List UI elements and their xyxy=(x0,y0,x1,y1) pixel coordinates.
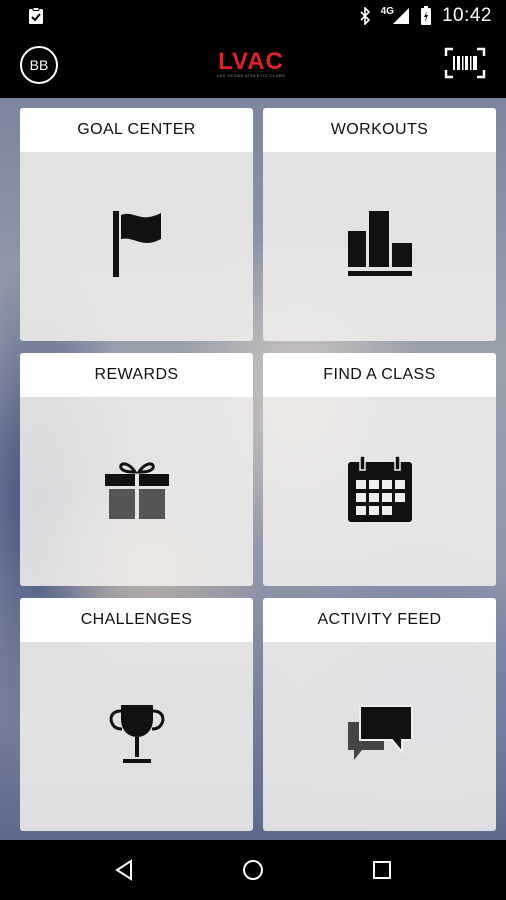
back-triangle-icon[interactable] xyxy=(99,845,149,895)
calendar-icon xyxy=(347,455,412,527)
tile-label: FIND A CLASS xyxy=(263,353,496,397)
tile-challenges[interactable]: CHALLENGES xyxy=(20,598,253,831)
network-type-label: 4G xyxy=(380,5,394,17)
system-nav-bar xyxy=(0,840,506,900)
signal-icon: 4G xyxy=(380,5,410,25)
tile-find-a-class[interactable]: FIND A CLASS xyxy=(263,353,496,586)
battery-icon xyxy=(420,6,432,26)
status-bar: 4G 10:42 xyxy=(0,0,506,32)
clipboard-check-icon xyxy=(28,7,44,25)
app-header: BB LVAC LAS VEGAS ATHLETIC CLUBS xyxy=(0,32,506,98)
tile-rewards[interactable]: REWARDS xyxy=(20,353,253,586)
trophy-icon xyxy=(105,703,169,770)
tile-label: WORKOUTS xyxy=(263,108,496,152)
tile-workouts[interactable]: WORKOUTS xyxy=(263,108,496,341)
logo-subtext: LAS VEGAS ATHLETIC CLUBS xyxy=(216,73,286,78)
tile-label: REWARDS xyxy=(20,353,253,397)
tile-label: CHALLENGES xyxy=(20,598,253,642)
flag-icon xyxy=(111,211,163,282)
dashboard-grid: GOAL CENTER WORKOUTS REWARDS FIND A CLAS… xyxy=(0,98,506,840)
tile-goal-center[interactable]: GOAL CENTER xyxy=(20,108,253,341)
bar-chart-icon xyxy=(347,211,412,282)
barcode-scan-icon[interactable] xyxy=(444,47,486,84)
tile-label: ACTIVITY FEED xyxy=(263,598,496,642)
avatar[interactable]: BB xyxy=(20,46,58,84)
logo-text: LVAC xyxy=(218,48,284,75)
gift-icon xyxy=(104,458,169,525)
chat-bubbles-icon xyxy=(346,704,414,769)
home-circle-icon[interactable] xyxy=(228,845,278,895)
brand-logo: LVAC LAS VEGAS ATHLETIC CLUBS xyxy=(216,48,286,79)
tile-label: GOAL CENTER xyxy=(20,108,253,152)
status-time: 10:42 xyxy=(441,5,492,26)
bluetooth-icon xyxy=(359,7,371,25)
recents-square-icon[interactable] xyxy=(357,845,407,895)
tile-activity-feed[interactable]: ACTIVITY FEED xyxy=(263,598,496,831)
